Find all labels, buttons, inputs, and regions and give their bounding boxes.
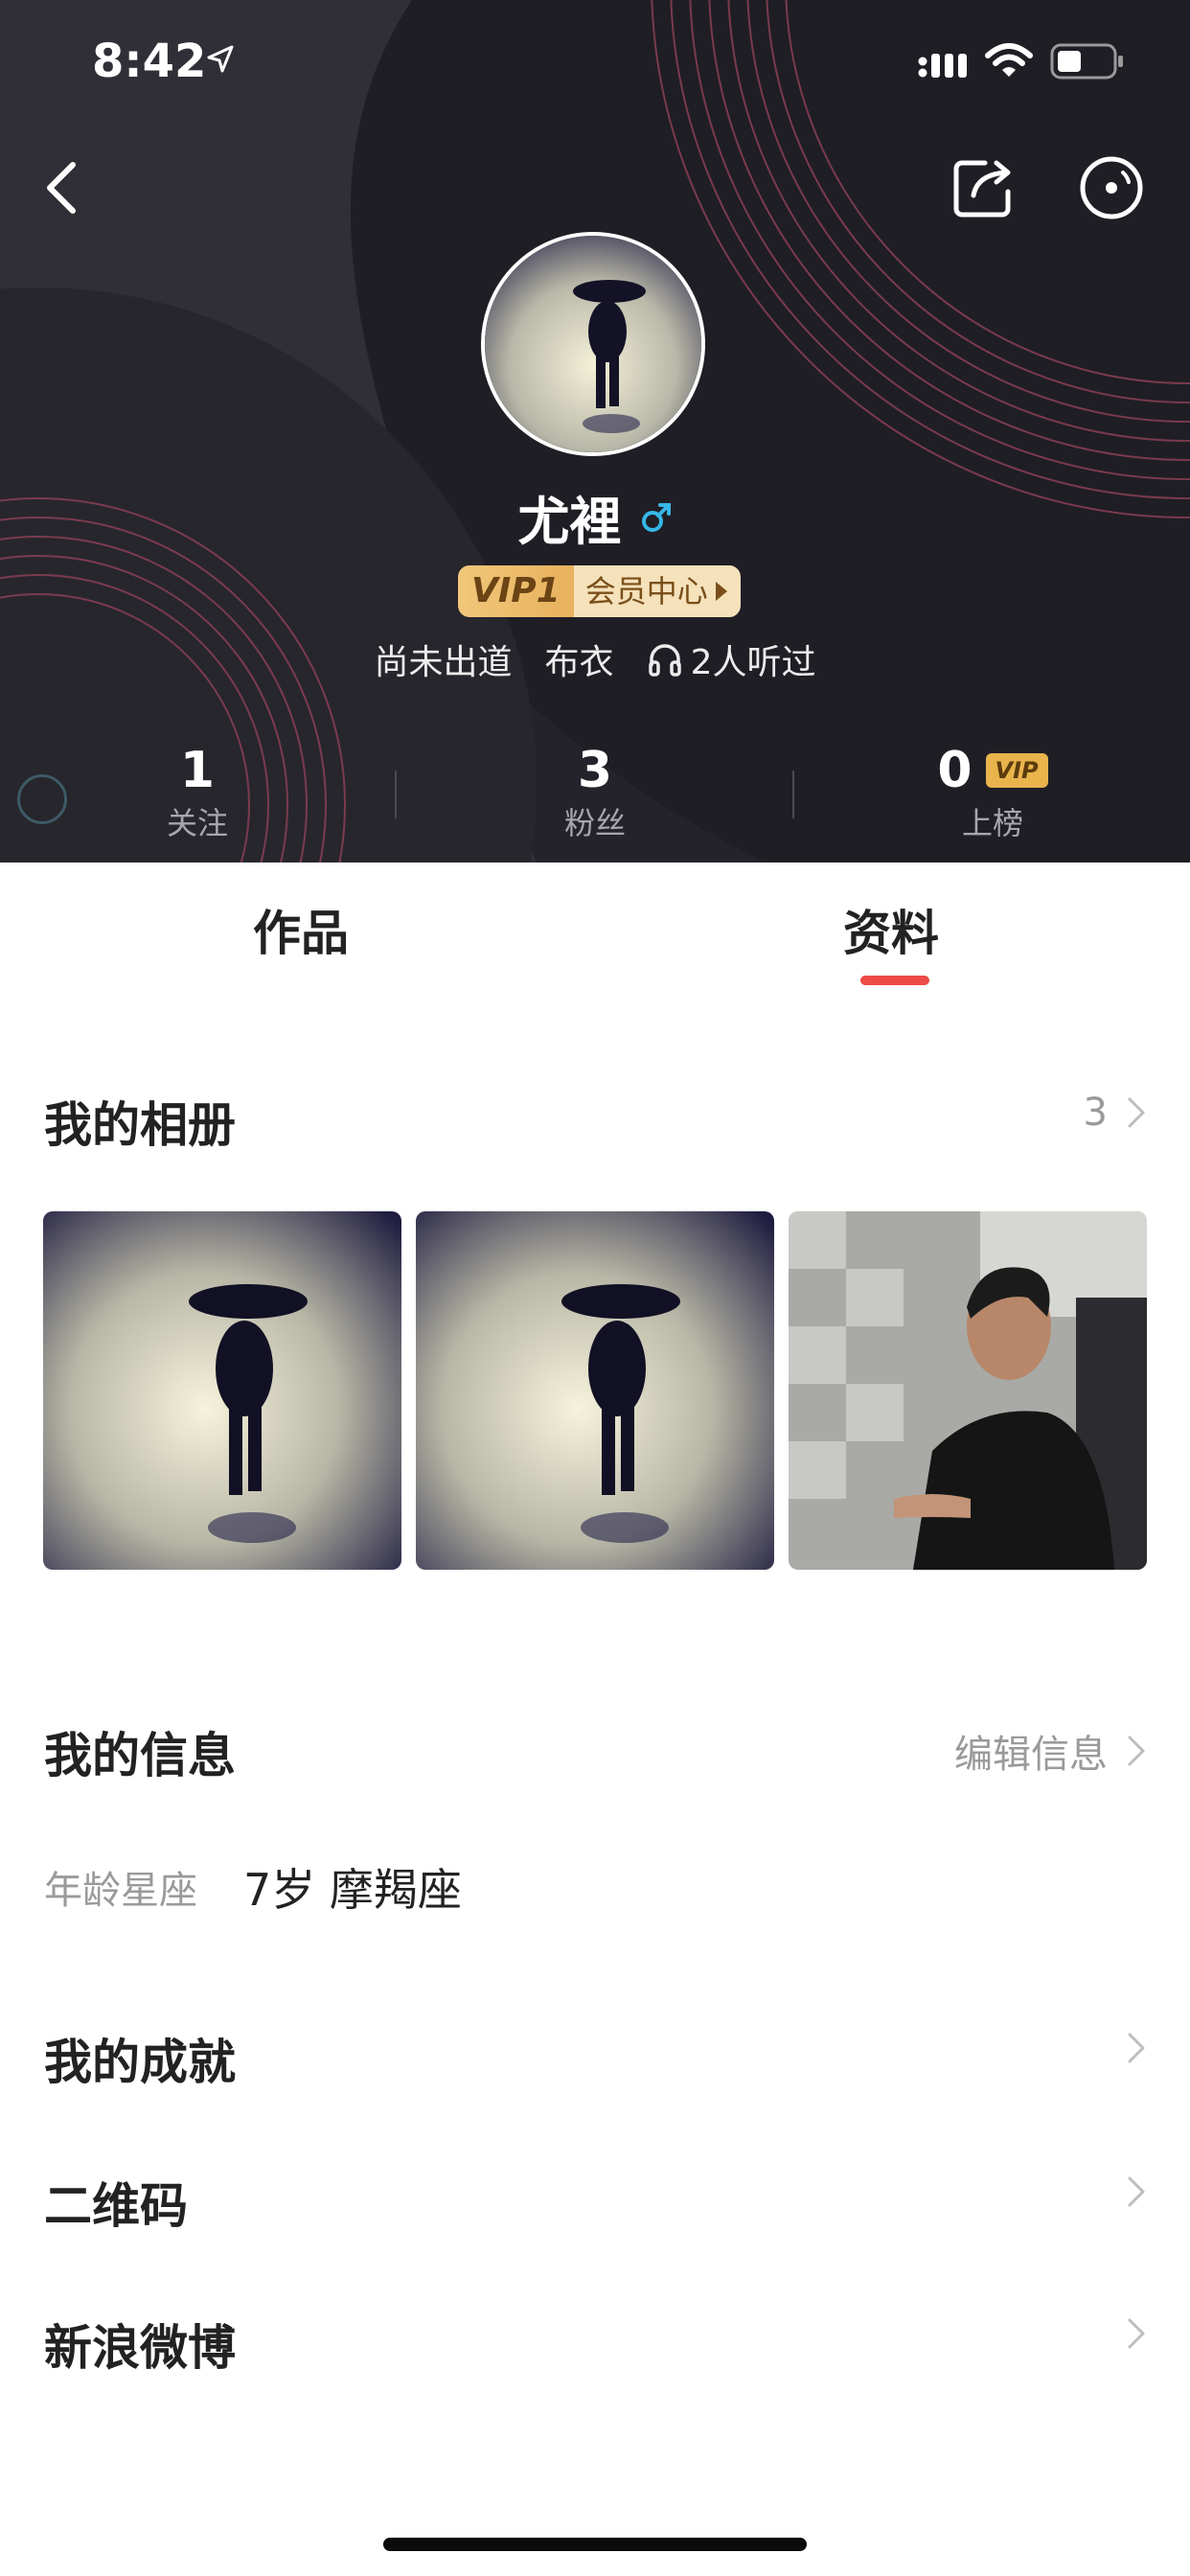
chevron-right-icon bbox=[1128, 2033, 1145, 2063]
profile-header: 8:42 尤裡 VIP1 会员中心 尚未出道 布衣 2人听过 1 关注 3 粉丝… bbox=[0, 0, 1190, 862]
stat-value: 1 bbox=[179, 742, 216, 799]
achievements-row[interactable]: 我的成就 bbox=[44, 2024, 236, 2093]
avatar[interactable] bbox=[481, 232, 705, 456]
share-icon[interactable] bbox=[952, 153, 1018, 222]
vip-tag: VIP bbox=[985, 753, 1048, 788]
stat-value: 0 bbox=[937, 742, 973, 799]
stat-fans[interactable]: 3 粉丝 bbox=[451, 738, 739, 843]
photo-man-portrait bbox=[789, 1211, 1147, 1570]
home-indicator bbox=[383, 2538, 807, 2551]
chevron-right-icon bbox=[1128, 1736, 1145, 1766]
stat-divider bbox=[792, 770, 794, 818]
album-photo[interactable] bbox=[416, 1211, 774, 1570]
info-title: 我的信息 bbox=[44, 1728, 236, 1783]
gender-male-icon bbox=[641, 502, 671, 532]
stat-following[interactable]: 1 关注 bbox=[54, 738, 341, 843]
status-bar: 8:42 bbox=[0, 0, 1190, 126]
name-row: 尤裡 bbox=[0, 479, 1190, 555]
stats-bar: 1 关注 3 粉丝 0 VIP 上榜 bbox=[0, 738, 1190, 853]
stat-label: 上榜 bbox=[961, 805, 1023, 841]
chevron-right-icon bbox=[1128, 2318, 1145, 2349]
edit-info-label: 编辑信息 bbox=[954, 1733, 1108, 1777]
photo-umbrella-figure bbox=[416, 1211, 774, 1570]
chevron-right-icon bbox=[1128, 2176, 1145, 2207]
album-photo[interactable] bbox=[43, 1211, 401, 1570]
edit-info-button[interactable]: 编辑信息 bbox=[954, 1723, 1146, 1779]
status-time: 8:42 bbox=[92, 34, 207, 88]
vip-center-label: 会员中心 bbox=[584, 573, 708, 610]
profile-tabs: 作品 资料 bbox=[0, 862, 1190, 987]
stat-value-wrap: 0 VIP bbox=[937, 738, 1048, 803]
qr-code-row[interactable]: 二维码 bbox=[44, 2168, 188, 2237]
wifi-icon bbox=[985, 43, 1033, 77]
achievements-chevron[interactable] bbox=[1127, 2032, 1146, 2064]
profile-meta: 尚未出道 布衣 2人听过 bbox=[0, 634, 1190, 684]
age-zodiac-label: 年龄星座 bbox=[44, 1869, 197, 1913]
tab-works[interactable]: 作品 bbox=[253, 895, 349, 964]
stat-value: 3 bbox=[577, 742, 613, 799]
album-count: 3 bbox=[1083, 1091, 1108, 1135]
album-photo[interactable] bbox=[789, 1211, 1147, 1570]
qr-code-chevron[interactable] bbox=[1127, 2175, 1146, 2208]
signal-icon bbox=[918, 54, 967, 78]
tab-profile[interactable]: 资料 bbox=[843, 895, 939, 964]
stat-label: 粉丝 bbox=[563, 805, 626, 841]
vip-center-link: 会员中心 bbox=[573, 565, 741, 617]
stat-label: 关注 bbox=[166, 805, 228, 841]
rank-title: 布衣 bbox=[544, 643, 614, 682]
battery-icon bbox=[1050, 43, 1123, 80]
back-arrow-icon[interactable] bbox=[34, 153, 96, 222]
listener-count-text: 2人听过 bbox=[690, 643, 816, 682]
album-more[interactable]: 3 bbox=[1084, 1091, 1146, 1135]
listener-count: 2人听过 bbox=[647, 634, 816, 684]
vip-center-badge[interactable]: VIP1 会员中心 bbox=[458, 565, 741, 617]
location-arrow-icon bbox=[207, 45, 234, 73]
weibo-chevron[interactable] bbox=[1127, 2317, 1146, 2350]
weibo-row[interactable]: 新浪微博 bbox=[44, 2310, 236, 2379]
stat-divider bbox=[395, 770, 397, 818]
headphones-icon bbox=[648, 644, 681, 677]
play-arrow-icon bbox=[715, 582, 727, 601]
active-tab-indicator bbox=[860, 976, 929, 985]
age-zodiac-value: 7岁 摩羯座 bbox=[243, 1864, 462, 1916]
vip-level-badge: VIP1 bbox=[458, 565, 574, 617]
photo-umbrella-figure bbox=[43, 1211, 401, 1570]
debut-status: 尚未出道 bbox=[374, 643, 513, 682]
avatar-image bbox=[485, 236, 701, 452]
chevron-right-icon bbox=[1128, 1097, 1145, 1128]
more-icon[interactable] bbox=[1077, 153, 1146, 222]
album-title: 我的相册 bbox=[44, 1097, 236, 1153]
stat-ranking[interactable]: 0 VIP 上榜 bbox=[849, 738, 1136, 843]
user-name: 尤裡 bbox=[517, 492, 622, 552]
